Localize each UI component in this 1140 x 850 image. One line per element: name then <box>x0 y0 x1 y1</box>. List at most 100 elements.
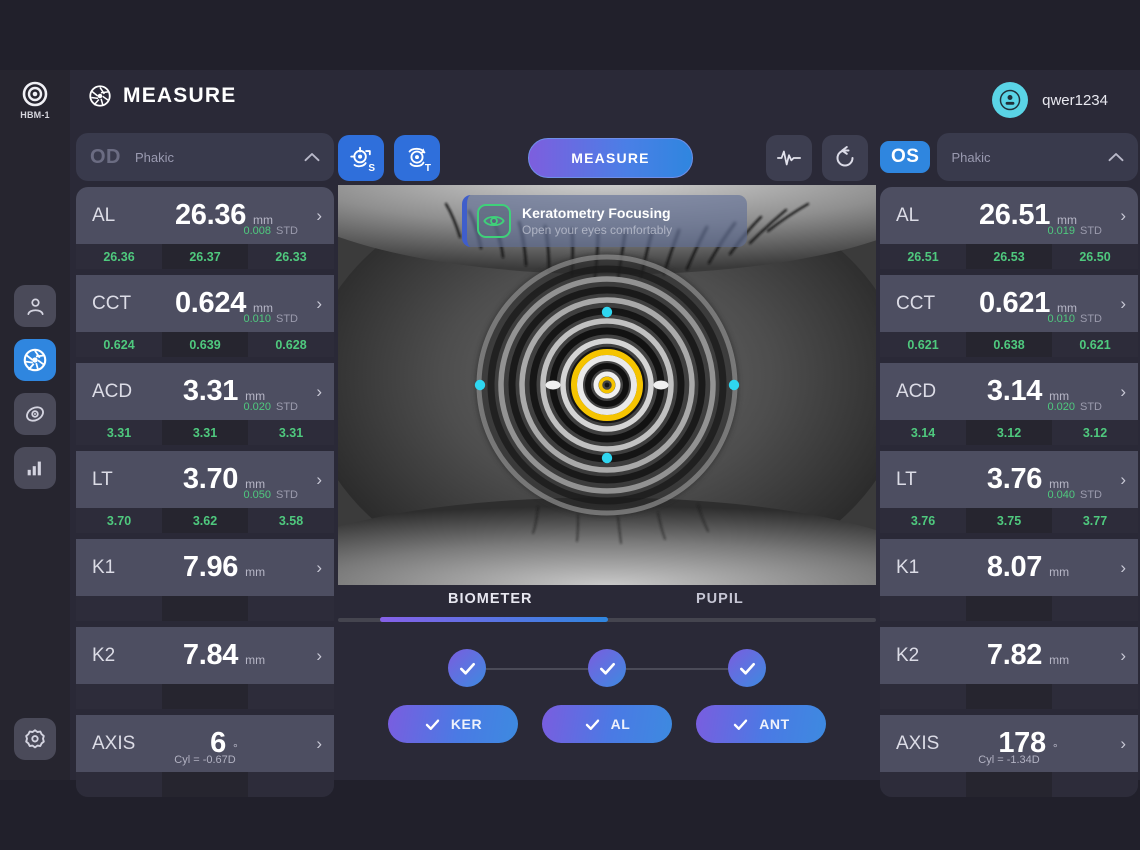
row-value: 7.84 <box>182 639 239 671</box>
od-subvalues-acd: 3.31 3.31 3.31 <box>76 420 334 445</box>
od-row-axis[interactable]: AXIS 6 ° › Cyl = -0.67D <box>76 715 334 772</box>
row-chevron-right-icon[interactable]: › <box>1110 382 1126 402</box>
status-toast: Keratometry Focusing Open your eyes comf… <box>462 195 747 247</box>
os-row-acd[interactable]: ACD 3.14 mm › 0.020 STD <box>880 363 1138 420</box>
row-label: ACD <box>92 380 133 402</box>
sidebar-item-review[interactable] <box>14 393 56 435</box>
tab-biometer[interactable]: BIOMETER <box>448 591 533 607</box>
row-chevron-right-icon[interactable]: › <box>1110 470 1126 490</box>
sidebar-nav <box>14 285 56 489</box>
eye-camera-viewport[interactable]: Keratometry Focusing Open your eyes comf… <box>338 185 876 585</box>
al-button[interactable]: AL <box>542 705 672 743</box>
subvalue-cell: 0.621 <box>880 332 966 357</box>
step-indicator-ant[interactable] <box>728 649 766 687</box>
reset-button[interactable] <box>822 135 868 181</box>
gear-icon <box>25 729 45 749</box>
row-value: 7.96 <box>182 551 239 583</box>
od-row-al[interactable]: AL 26.36 mm › 0.008 STD <box>76 187 334 244</box>
person-icon <box>26 298 44 315</box>
os-subvalues-k1 <box>880 596 1138 621</box>
row-chevron-right-icon[interactable]: › <box>306 558 322 578</box>
od-subvalues-k2 <box>76 684 334 709</box>
subvalue-cell: 3.12 <box>1052 420 1138 445</box>
sidebar-item-settings[interactable] <box>14 718 56 760</box>
row-unit: mm <box>1049 565 1070 579</box>
row-chevron-right-icon[interactable]: › <box>306 382 322 402</box>
row-chevron-right-icon[interactable]: › <box>1110 206 1126 226</box>
row-chevron-right-icon[interactable]: › <box>306 294 322 314</box>
os-status-label: Phakic <box>951 149 991 165</box>
left-marker <box>545 380 561 390</box>
track-mode-button[interactable]: T <box>394 135 440 181</box>
waveform-button[interactable] <box>766 135 812 181</box>
os-row-axis[interactable]: AXIS 178 ° › Cyl = -1.34D <box>880 715 1138 772</box>
tab-pupil[interactable]: PUPIL <box>696 591 744 607</box>
row-chevron-right-icon[interactable]: › <box>1110 646 1126 666</box>
chevron-up-icon[interactable] <box>304 152 320 162</box>
user-account[interactable]: qwer1234 <box>992 82 1108 118</box>
row-chevron-right-icon[interactable]: › <box>306 206 322 226</box>
row-label: LT <box>896 468 917 490</box>
chevron-up-icon[interactable] <box>1108 152 1124 162</box>
ant-button[interactable]: ANT <box>696 705 826 743</box>
row-label: AXIS <box>92 732 136 754</box>
row-std-label: STD <box>276 489 298 501</box>
od-row-lt[interactable]: LT 3.70 mm › 0.050 STD <box>76 451 334 508</box>
sidebar-item-patient[interactable] <box>14 285 56 327</box>
row-label: AL <box>896 204 920 226</box>
os-eye-tag[interactable]: OS <box>880 141 931 173</box>
row-chevron-right-icon[interactable]: › <box>306 470 322 490</box>
od-row-acd[interactable]: ACD 3.31 mm › 0.020 STD <box>76 363 334 420</box>
row-std: 0.020 STD <box>1047 401 1102 413</box>
row-label: CCT <box>896 292 936 314</box>
check-icon <box>739 662 755 675</box>
od-subvalues-axis <box>76 772 334 797</box>
row-chevron-right-icon[interactable]: › <box>306 646 322 666</box>
ker-button[interactable]: KER <box>388 705 518 743</box>
os-subvalues-acd: 3.14 3.12 3.12 <box>880 420 1138 445</box>
row-std-value: 0.020 <box>1047 401 1075 413</box>
step-indicator-al[interactable] <box>588 649 626 687</box>
step-connector-1 <box>476 668 600 670</box>
subvalue-cell: 26.36 <box>76 244 162 269</box>
sidebar-item-statistics[interactable] <box>14 447 56 489</box>
subvalue-cell <box>1052 596 1138 621</box>
row-value-group: 7.84 mm <box>142 639 306 672</box>
step-indicator-ker[interactable] <box>448 649 486 687</box>
row-chevron-right-icon[interactable]: › <box>1110 734 1126 754</box>
os-row-lt[interactable]: LT 3.76 mm › 0.040 STD <box>880 451 1138 508</box>
os-row-al[interactable]: AL 26.51 mm › 0.019 STD <box>880 187 1138 244</box>
row-chevron-right-icon[interactable]: › <box>306 734 322 754</box>
od-row-k1[interactable]: K1 7.96 mm › <box>76 539 334 596</box>
alignment-dot-right <box>728 379 740 391</box>
row-label: AXIS <box>896 732 940 754</box>
header-title-group: MEASURE <box>88 84 236 108</box>
row-chevron-right-icon[interactable]: › <box>1110 294 1126 314</box>
od-row-k2[interactable]: K2 7.84 mm › <box>76 627 334 684</box>
toast-subtitle: Open your eyes comfortably <box>522 223 673 237</box>
os-status-dropdown[interactable]: Phakic <box>937 133 1138 181</box>
row-std-label: STD <box>276 225 298 237</box>
os-eye-header: OS Phakic <box>880 133 1138 181</box>
row-std: 0.010 STD <box>243 313 298 325</box>
app-root: HBM-1 MEASURE qwer1234 OD Phakic AL 26.3… <box>0 0 1140 850</box>
os-row-k1[interactable]: K1 8.07 mm › <box>880 539 1138 596</box>
od-subvalues-k1 <box>76 596 334 621</box>
row-std: 0.040 STD <box>1047 489 1102 501</box>
subvalue-cell <box>76 596 162 621</box>
os-row-k2[interactable]: K2 7.82 mm › <box>880 627 1138 684</box>
os-row-cct[interactable]: CCT 0.621 mm › 0.010 STD <box>880 275 1138 332</box>
subvalue-cell <box>162 772 248 797</box>
os-subvalues-k2 <box>880 684 1138 709</box>
od-status-label: Phakic <box>135 149 175 165</box>
eye-target-icon <box>26 406 44 422</box>
row-value: 8.07 <box>986 551 1043 583</box>
row-chevron-right-icon[interactable]: › <box>1110 558 1126 578</box>
row-std-value: 0.050 <box>243 489 271 501</box>
sidebar-item-measure[interactable] <box>14 339 56 381</box>
scan-mode-button[interactable]: S <box>338 135 384 181</box>
od-row-cct[interactable]: CCT 0.624 mm › 0.010 STD <box>76 275 334 332</box>
od-eye-header[interactable]: OD Phakic <box>76 133 334 181</box>
od-rows-container: AL 26.36 mm › 0.008 STD 26.36 26.37 26.33 CCT 0.62… <box>76 187 334 797</box>
measure-button[interactable]: MEASURE <box>528 138 693 178</box>
